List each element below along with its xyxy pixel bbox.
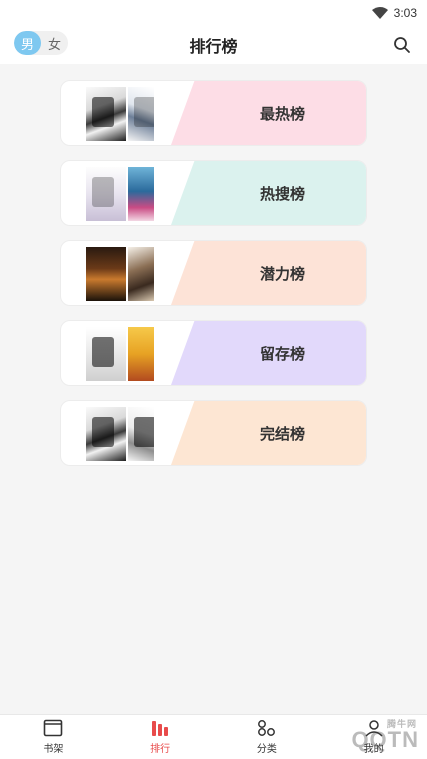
rank-panel: 最热榜 xyxy=(171,81,366,145)
rank-panel: 完结榜 xyxy=(171,401,366,465)
rank-label: 热搜榜 xyxy=(259,185,305,203)
nav-category[interactable]: 分类 xyxy=(214,715,321,759)
status-bar: 3:03 xyxy=(0,0,427,26)
book-cover xyxy=(86,327,126,381)
category-icon xyxy=(257,720,275,736)
book-cover xyxy=(128,327,154,381)
nav-ranking[interactable]: 排行 xyxy=(107,715,214,759)
gender-female-option[interactable]: 女 xyxy=(41,31,68,55)
rank-label: 完结榜 xyxy=(259,425,305,443)
rank-panel: 留存榜 xyxy=(171,321,366,385)
page-title: 排行榜 xyxy=(189,39,238,56)
gender-toggle[interactable]: 男 女 xyxy=(14,31,68,55)
cover-group xyxy=(86,87,154,141)
book-cover xyxy=(86,407,126,461)
cover-group xyxy=(86,327,154,381)
ranking-icon xyxy=(152,721,169,736)
rank-card-search[interactable]: 热搜榜 xyxy=(60,160,367,226)
book-cover xyxy=(128,407,154,461)
gender-male-option[interactable]: 男 xyxy=(14,31,41,55)
rank-panel: 潜力榜 xyxy=(171,241,366,305)
book-cover xyxy=(86,247,126,301)
book-cover xyxy=(128,247,154,301)
rank-label: 留存榜 xyxy=(259,345,305,363)
ranking-list: 最热榜 热搜榜 潜力榜 留存榜 完结榜 xyxy=(0,64,427,714)
nav-bookshelf[interactable]: 书架 xyxy=(0,715,107,759)
rank-panel: 热搜榜 xyxy=(171,161,366,225)
wifi-icon xyxy=(371,7,388,19)
rank-label: 潜力榜 xyxy=(259,265,305,283)
top-bar: 男 女 排行榜 xyxy=(0,26,427,64)
rank-card-potential[interactable]: 潜力榜 xyxy=(60,240,367,306)
book-cover xyxy=(86,87,126,141)
nav-label: 书架 xyxy=(43,744,64,755)
book-cover xyxy=(128,87,154,141)
bookshelf-icon xyxy=(44,719,63,737)
book-cover xyxy=(86,167,126,221)
nav-label: 排行 xyxy=(150,744,171,755)
cover-group xyxy=(86,167,154,221)
search-icon[interactable] xyxy=(393,36,411,54)
book-cover xyxy=(128,167,154,221)
nav-label: 分类 xyxy=(256,744,277,755)
rank-card-hot[interactable]: 最热榜 xyxy=(60,80,367,146)
cover-group xyxy=(86,247,154,301)
rank-card-completed[interactable]: 完结榜 xyxy=(60,400,367,466)
rank-label: 最热榜 xyxy=(259,105,305,123)
status-time: 3:03 xyxy=(393,6,417,20)
watermark: 腾牛网 QQTN xyxy=(351,719,419,752)
cover-group xyxy=(86,407,154,461)
rank-card-retention[interactable]: 留存榜 xyxy=(60,320,367,386)
